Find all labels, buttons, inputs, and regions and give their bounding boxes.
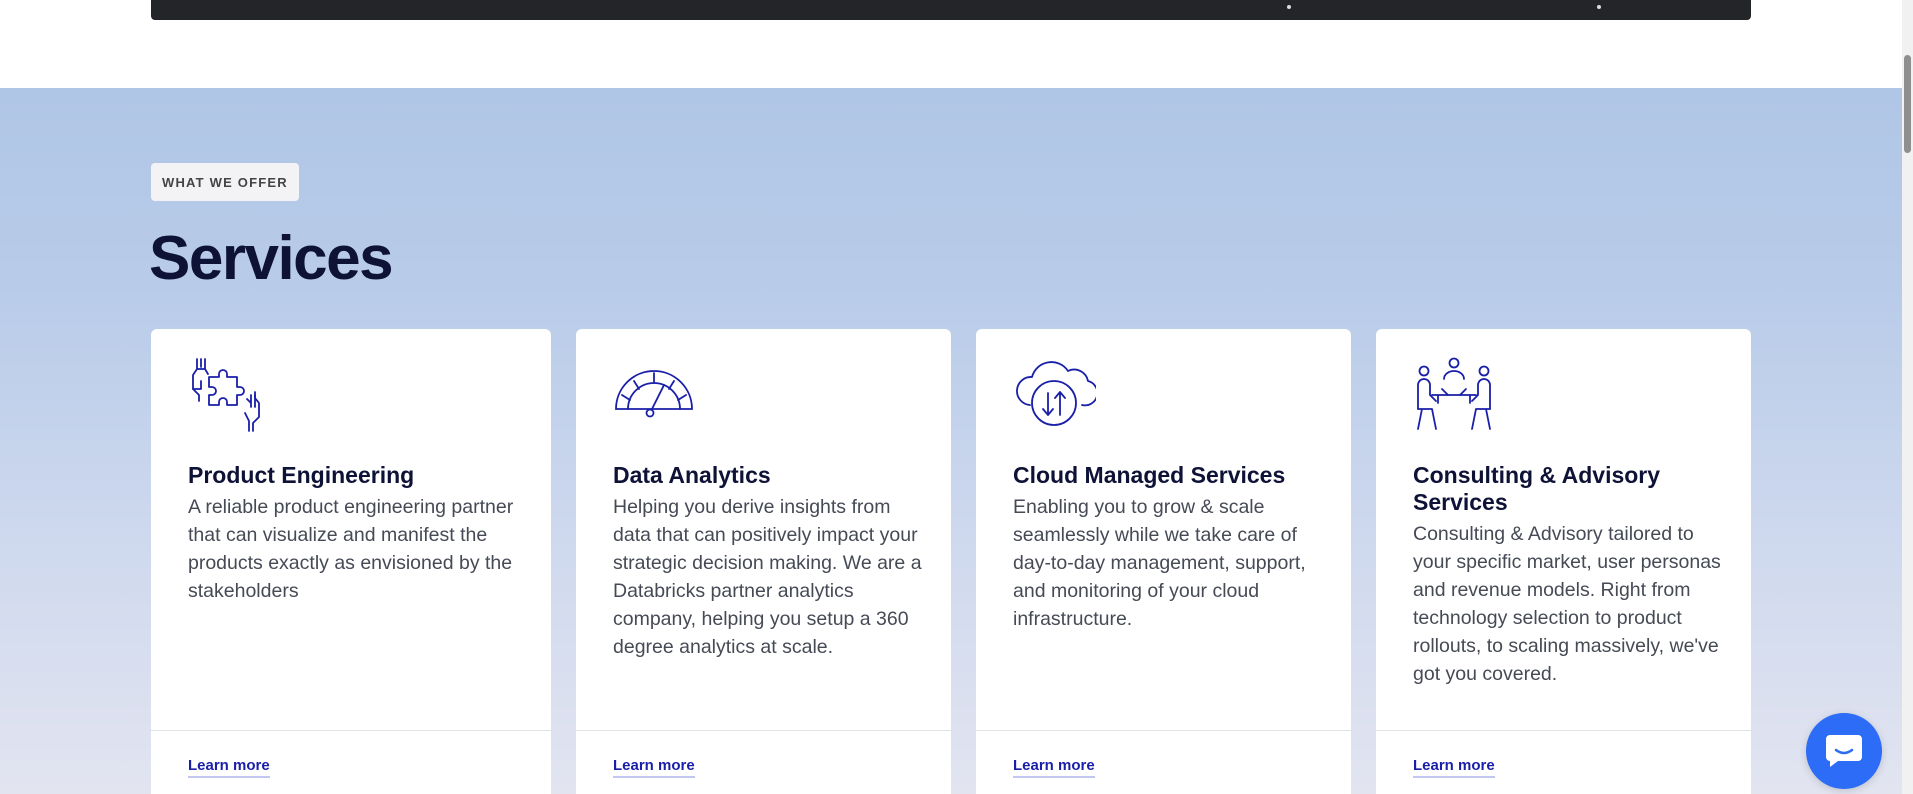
page-scrollbar[interactable] xyxy=(1902,0,1913,794)
service-card-consulting: Consulting & Advisory Services Consultin… xyxy=(1376,329,1751,794)
top-banner xyxy=(151,0,1751,20)
service-card-data-analytics: Data Analytics Helping you derive insigh… xyxy=(576,329,951,794)
chat-button[interactable] xyxy=(1806,713,1882,789)
section-tag: WHAT WE OFFER xyxy=(151,163,299,201)
card-title: Cloud Managed Services xyxy=(1013,462,1286,488)
learn-more-link[interactable]: Learn more xyxy=(1013,757,1095,778)
learn-more-link[interactable]: Learn more xyxy=(188,757,270,778)
service-card-product-engineering: Product Engineering A reliable product e… xyxy=(151,329,551,794)
meeting-table-icon xyxy=(1412,357,1496,433)
card-description: A reliable product engineering partner t… xyxy=(188,496,514,602)
card-title: Consulting & Advisory Services xyxy=(1413,462,1661,515)
card-divider xyxy=(1376,730,1751,731)
cloud-transfer-icon xyxy=(1012,357,1099,433)
card-divider xyxy=(576,730,951,731)
chat-bubble-icon xyxy=(1824,729,1864,774)
banner-dot xyxy=(1597,5,1601,9)
section-title: Services xyxy=(149,224,394,293)
card-title: Data Analytics xyxy=(613,462,771,488)
card-divider xyxy=(151,730,551,731)
learn-more-link[interactable]: Learn more xyxy=(613,757,695,778)
card-description: Enabling you to grow & scale seamlessly … xyxy=(1013,496,1306,630)
scrollbar-thumb[interactable] xyxy=(1904,55,1911,153)
services-section: WHAT WE OFFER Services Product Engineeri… xyxy=(0,88,1902,794)
service-card-cloud-managed: Cloud Managed Services Enabling you to g… xyxy=(976,329,1351,794)
speedometer-gauge-icon xyxy=(612,357,696,433)
banner-dot xyxy=(1287,5,1291,9)
card-description: Helping you derive insights from data th… xyxy=(613,496,922,658)
card-description: Consulting & Advisory tailored to your s… xyxy=(1413,523,1721,685)
learn-more-link[interactable]: Learn more xyxy=(1413,757,1495,778)
card-title: Product Engineering xyxy=(188,462,415,488)
card-divider xyxy=(976,730,1351,731)
puzzle-hands-icon xyxy=(187,357,271,433)
